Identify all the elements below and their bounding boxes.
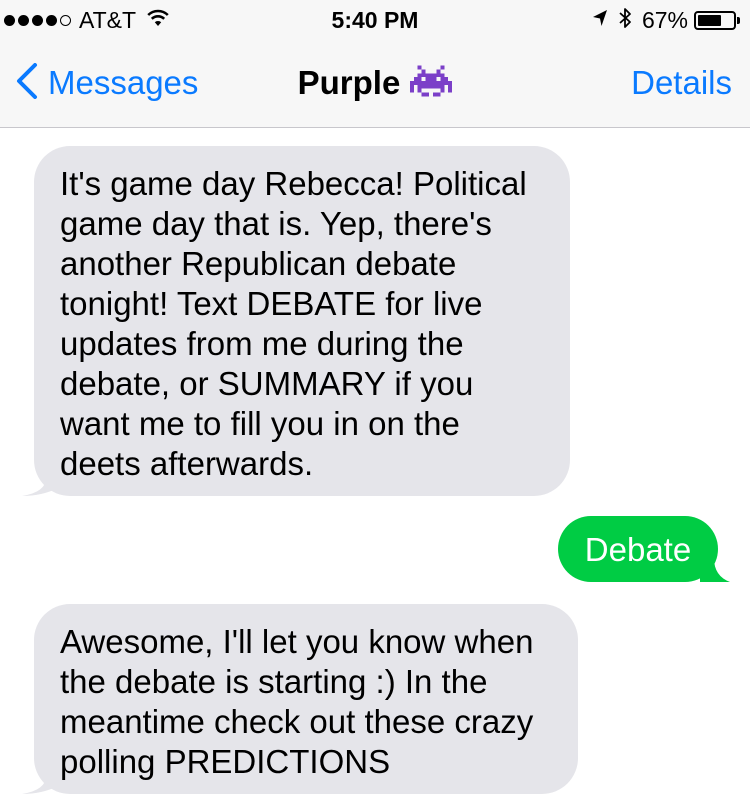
alien-monster-icon: [410, 65, 453, 102]
message-bubble-received[interactable]: It's game day Rebecca! Political game da…: [34, 146, 570, 496]
bluetooth-icon: [618, 7, 632, 34]
message-text: Awesome, I'll let you know when the deba…: [60, 623, 534, 780]
status-bar: AT&T 5:40 PM 67%: [0, 0, 750, 40]
battery-tip: [737, 16, 740, 24]
bubble-tail: [22, 758, 58, 794]
message-text: It's game day Rebecca! Political game da…: [60, 165, 527, 482]
message-bubble-received[interactable]: Awesome, I'll let you know when the deba…: [34, 604, 578, 794]
status-right: 67%: [592, 7, 740, 33]
bubble-tail: [22, 460, 58, 496]
message-bubble-sent[interactable]: Debate: [558, 516, 718, 582]
details-button[interactable]: Details: [631, 62, 732, 104]
location-arrow-icon: [592, 9, 608, 32]
bubble-tail: [700, 548, 730, 582]
contact-name: Purple: [297, 64, 401, 101]
navigation-bar: Messages Purple Details: [0, 40, 750, 128]
message-text: Debate: [584, 531, 692, 568]
battery-icon: [694, 10, 736, 30]
battery-percent: 67%: [641, 7, 688, 33]
battery-level-fill: [698, 14, 721, 26]
